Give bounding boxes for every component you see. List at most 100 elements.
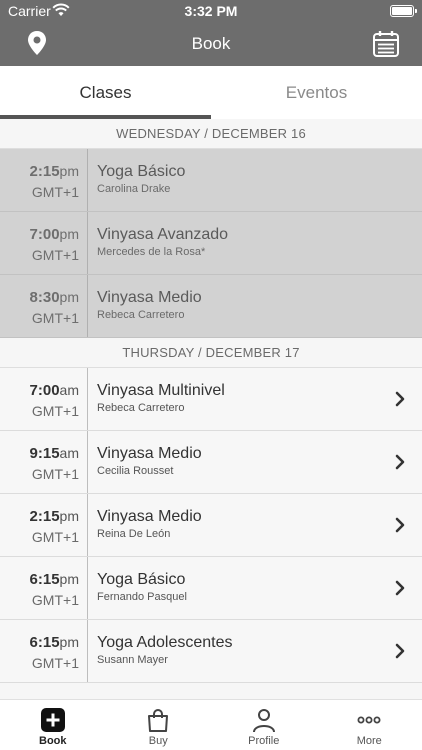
start-time-value: 6:15 <box>29 571 60 588</box>
class-info: Yoga Adolescentes Susann Mayer <box>97 633 382 666</box>
battery-icon <box>390 5 417 17</box>
class-name: Vinyasa Medio <box>97 508 202 525</box>
status-time: 3:32 PM <box>184 3 238 19</box>
segment-tabs: Clases Eventos <box>0 66 422 119</box>
tab-eventos[interactable]: Eventos <box>211 66 422 119</box>
plus-square-icon <box>40 708 65 732</box>
tabbar-book-label: Book <box>39 735 67 747</box>
teacher-name: Susann Mayer <box>97 654 168 666</box>
class-name: Vinyasa Medio <box>97 289 202 306</box>
start-time: 2:15pm <box>0 507 79 526</box>
timezone: GMT+1 <box>31 655 79 671</box>
start-time-value: 7:00 <box>29 226 60 243</box>
class-row[interactable]: 6:15pm GMT+1 Yoga Adolescentes Susann Mayer <box>0 620 422 683</box>
timezone: GMT+1 <box>31 184 79 200</box>
tabbar-book[interactable]: Book <box>0 700 106 750</box>
class-time: 2:15pm GMT+1 <box>0 149 88 211</box>
teacher-name: Carolina Drake <box>97 183 171 195</box>
day-header: WEDNESDAY / DECEMBER 16 <box>0 119 422 149</box>
chevron-right-icon[interactable] <box>394 579 406 597</box>
teacher-name: Reina De León <box>97 528 171 540</box>
class-info: Yoga Básico Carolina Drake <box>97 162 382 195</box>
class-time: 6:15pm GMT+1 <box>0 620 88 682</box>
start-time-ampm: pm <box>59 634 79 650</box>
class-name: Yoga Básico <box>97 571 186 588</box>
chevron-right-icon[interactable] <box>394 516 406 534</box>
timezone: GMT+1 <box>31 403 79 419</box>
start-time-ampm: am <box>59 382 79 398</box>
start-time: 6:15pm <box>0 633 79 652</box>
class-info: Vinyasa Medio Rebeca Carretero <box>97 288 382 321</box>
chevron-right-icon[interactable] <box>394 453 406 471</box>
class-row[interactable]: 2:15pm GMT+1 Vinyasa Medio Reina De León <box>0 494 422 557</box>
class-row: 8:30pm GMT+1 Vinyasa Medio Rebeca Carretero <box>0 275 422 338</box>
start-time-ampm: am <box>59 445 79 461</box>
class-name: Yoga Básico <box>97 163 186 180</box>
start-time-value: 7:00 <box>29 382 60 399</box>
start-time-value: 6:15 <box>29 634 60 651</box>
start-time-ampm: pm <box>59 289 79 305</box>
chevron-right-icon[interactable] <box>394 390 406 408</box>
class-time: 9:15am GMT+1 <box>0 431 88 493</box>
class-row[interactable]: 7:00am GMT+1 Vinyasa Multinivel Rebeca Carr… <box>0 368 422 431</box>
start-time: 7:00pm <box>0 225 79 244</box>
class-time: 2:15pm GMT+1 <box>0 494 88 556</box>
start-time-value: 2:15 <box>29 163 60 180</box>
person-icon <box>252 709 275 733</box>
start-time-ampm: pm <box>59 226 79 242</box>
timezone: GMT+1 <box>31 247 79 263</box>
start-time-ampm: pm <box>59 163 79 179</box>
status-bar: Carrier 3:32 PM <box>0 0 422 22</box>
tabbar-buy-label: Buy <box>148 735 168 747</box>
class-info: Vinyasa Avanzado Mercedes de la Rosa* <box>97 225 382 258</box>
start-time: 6:15pm <box>0 570 79 589</box>
class-name: Vinyasa Avanzado <box>97 226 229 243</box>
tabbar-profile[interactable]: Profile <box>211 700 317 750</box>
teacher-name: Rebeca Carretero <box>97 309 185 321</box>
tabbar-buy[interactable]: Buy <box>106 700 212 750</box>
class-info: Vinyasa Multinivel Rebeca Carretero <box>97 381 382 414</box>
class-row: 2:15pm GMT+1 Yoga Básico Carolina Drake <box>0 149 422 212</box>
class-name: Yoga Adolescentes <box>97 634 233 651</box>
teacher-name: Fernando Pasquel <box>97 591 187 603</box>
page-title: Book <box>191 34 231 53</box>
start-time: 8:30pm <box>0 288 79 307</box>
class-row: 7:00pm GMT+1 Vinyasa Avanzado Mercedes de l… <box>0 212 422 275</box>
tabbar-profile-label: Profile <box>248 735 280 747</box>
class-info: Yoga Básico Fernando Pasquel <box>97 570 382 603</box>
timezone: GMT+1 <box>31 466 79 482</box>
start-time-ampm: pm <box>59 571 79 587</box>
tab-clases[interactable]: Clases <box>0 66 211 119</box>
teacher-name: Rebeca Carretero <box>97 402 185 414</box>
teacher-name: Cecilia Rousset <box>97 465 174 477</box>
calendar-icon[interactable] <box>372 30 400 58</box>
class-info: Vinyasa Medio Reina De León <box>97 507 382 540</box>
class-name: Vinyasa Multinivel <box>97 382 225 399</box>
tabbar-more[interactable]: More <box>317 700 422 750</box>
class-row[interactable]: 9:15am GMT+1 Vinyasa Medio Cecilia Rousset <box>0 431 422 494</box>
class-schedule[interactable]: WEDNESDAY / DECEMBER 16 2:15pm GMT+1 Yoga B… <box>0 119 422 699</box>
start-time-value: 8:30 <box>29 289 60 306</box>
timezone: GMT+1 <box>31 592 79 608</box>
tabbar-more-label: More <box>356 735 382 747</box>
class-time: 7:00am GMT+1 <box>0 368 88 430</box>
shopping-bag-icon <box>148 709 169 732</box>
start-time: 9:15am <box>0 444 79 463</box>
bottom-tab-bar: Book Buy Profile More <box>0 699 422 750</box>
class-row[interactable]: 6:15pm GMT+1 Yoga Básico Fernando Pasquel <box>0 557 422 620</box>
start-time: 2:15pm <box>0 162 79 181</box>
more-dots-icon <box>357 716 381 724</box>
start-time-value: 2:15 <box>29 508 60 525</box>
chevron-right-icon[interactable] <box>394 642 406 660</box>
app-header: Carrier 3:32 PM Book <box>0 0 422 66</box>
teacher-name: Mercedes de la Rosa* <box>97 246 206 258</box>
class-time: 7:00pm GMT+1 <box>0 212 88 274</box>
start-time: 7:00am <box>0 381 79 400</box>
timezone: GMT+1 <box>31 529 79 545</box>
class-time: 8:30pm GMT+1 <box>0 275 88 337</box>
start-time-value: 9:15 <box>29 445 60 462</box>
class-info: Vinyasa Medio Cecilia Rousset <box>97 444 382 477</box>
class-name: Vinyasa Medio <box>97 445 202 462</box>
day-header: THURSDAY / DECEMBER 17 <box>0 338 422 368</box>
start-time-ampm: pm <box>59 508 79 524</box>
